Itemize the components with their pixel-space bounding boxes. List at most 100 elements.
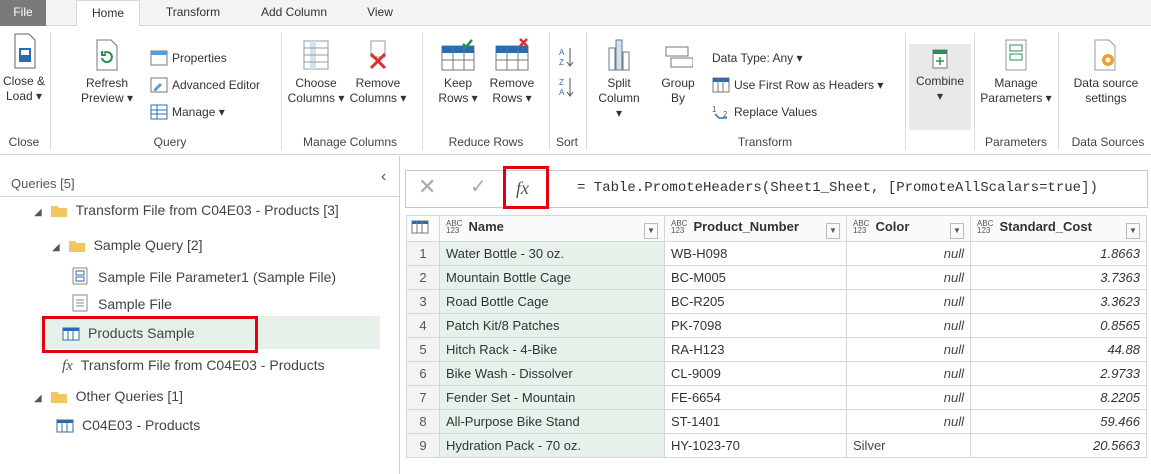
column-header-standard-cost-label: Standard_Cost <box>999 218 1092 234</box>
cell-color[interactable]: null <box>846 265 971 290</box>
cell-standard-cost[interactable]: 2.9733 <box>970 361 1147 386</box>
cell-color[interactable]: null <box>846 289 971 314</box>
cell-product-number[interactable]: RA-H123 <box>664 337 847 362</box>
svg-text:A: A <box>559 48 565 57</box>
tab-home[interactable]: Home <box>76 0 140 27</box>
advanced-editor-button[interactable]: Advanced Editor <box>150 77 260 93</box>
cell-color[interactable]: null <box>846 241 971 266</box>
refresh-preview-button[interactable]: Refresh Preview ▾ <box>80 38 134 106</box>
cell-name[interactable]: Hydration Pack - 70 oz. <box>439 433 665 458</box>
cell-color[interactable]: null <box>846 313 971 338</box>
column-header-color[interactable]: ABC 123 Color ▼ <box>846 215 971 242</box>
advanced-editor-label: Advanced Editor <box>172 78 261 92</box>
cell-standard-cost[interactable]: 20.5663 <box>970 433 1147 458</box>
tab-transform[interactable]: Transform <box>158 0 228 26</box>
cancel-formula-icon[interactable]: ✕ <box>418 174 436 200</box>
properties-button[interactable]: Properties <box>150 50 227 66</box>
replace-values-button[interactable]: 1 2 Replace Values <box>712 104 817 120</box>
cell-standard-cost[interactable]: 8.2205 <box>970 385 1147 410</box>
tab-view[interactable]: View <box>362 0 398 26</box>
cell-color[interactable]: null <box>846 409 971 434</box>
function-icon: fx <box>62 358 73 374</box>
cell-name[interactable]: Hitch Rack - 4-Bike <box>439 337 665 362</box>
filter-dropdown-icon[interactable]: ▼ <box>644 222 658 239</box>
choose-columns-button[interactable]: Choose Columns ▾ <box>286 38 346 106</box>
svg-text:Z: Z <box>559 58 564 67</box>
close-load-button[interactable]: Close & Load ▾ <box>2 32 46 104</box>
manage-button[interactable]: Manage ▾ <box>150 104 225 120</box>
manage-parameters-button[interactable]: Manage Parameters ▾ <box>980 38 1052 106</box>
collapse-pane-icon[interactable]: ‹ <box>381 168 386 186</box>
column-header-name[interactable]: ABC 123 Name ▼ <box>439 215 665 242</box>
cell-product-number[interactable]: BC-M005 <box>664 265 847 290</box>
cell-product-number[interactable]: BC-R205 <box>664 289 847 314</box>
use-first-row-button[interactable]: Use First Row as Headers ▾ <box>712 77 883 93</box>
manage-parameters-label-1: Manage <box>994 76 1038 90</box>
remove-rows-label-2: Rows ▾ <box>492 91 532 105</box>
remove-columns-button[interactable]: Remove Columns ▾ <box>348 38 408 106</box>
cell-product-number[interactable]: PK-7098 <box>664 313 847 338</box>
combine-button[interactable]: Combine ▾ <box>912 48 968 104</box>
sort-ascending-button[interactable]: AZ <box>556 46 576 72</box>
query-item-sample-file-parameter[interactable]: Sample File Parameter1 (Sample File) <box>72 267 336 286</box>
tab-add-column[interactable]: Add Column <box>252 0 336 26</box>
close-load-label-1: Close & <box>2 74 46 88</box>
keep-rows-button[interactable]: Keep Rows ▾ <box>436 38 480 106</box>
cell-name[interactable]: Fender Set - Mountain <box>439 385 665 410</box>
cell-standard-cost[interactable]: 44.88 <box>970 337 1147 362</box>
cell-color[interactable]: null <box>846 337 971 362</box>
remove-rows-button[interactable]: Remove Rows ▾ <box>486 38 538 106</box>
filter-dropdown-icon[interactable]: ▼ <box>1126 222 1140 239</box>
table-menu-corner[interactable] <box>406 215 440 242</box>
separator <box>549 32 550 150</box>
cell-color[interactable]: null <box>846 361 971 386</box>
cell-standard-cost[interactable]: 0.8565 <box>970 313 1147 338</box>
cell-name[interactable]: Bike Wash - Dissolver <box>439 361 665 386</box>
row-number: 7 <box>406 385 440 410</box>
cell-product-number[interactable]: ST-1401 <box>664 409 847 434</box>
formula-input[interactable]: = Table.PromoteHeaders(Sheet1_Sheet, [Pr… <box>577 180 1098 196</box>
tab-file[interactable]: File <box>0 0 46 26</box>
filter-dropdown-icon[interactable]: ▼ <box>826 222 840 239</box>
cell-color[interactable]: null <box>846 385 971 410</box>
cell-standard-cost[interactable]: 3.3623 <box>970 289 1147 314</box>
query-group-other-queries[interactable]: ◢ Other Queries [1] <box>34 387 183 408</box>
type-tag-num: 123 <box>977 226 991 236</box>
table-row: 8 All-Purpose Bike Stand ST-1401 null 59.466 <box>406 409 1147 434</box>
cell-name[interactable]: Road Bottle Cage <box>439 289 665 314</box>
column-header-standard-cost[interactable]: ABC 123 Standard_Cost ▼ <box>970 215 1147 242</box>
svg-text:1: 1 <box>712 105 717 114</box>
group-by-button[interactable]: Group By <box>660 38 696 106</box>
query-group-sample-query[interactable]: ◢ Sample Query [2] <box>52 236 203 257</box>
split-column-button[interactable]: Split Column ▾ <box>594 38 644 121</box>
query-item-sample-file[interactable]: Sample File <box>72 294 172 313</box>
query-group-transform-file[interactable]: ◢ Transform File from C04E03 - Products … <box>34 201 339 222</box>
confirm-formula-icon[interactable]: ✓ <box>470 174 487 199</box>
cell-product-number[interactable]: WB-H098 <box>664 241 847 266</box>
cell-product-number[interactable]: FE-6654 <box>664 385 847 410</box>
query-item-transform-file-function[interactable]: fx Transform File from C04E03 - Products <box>62 356 325 375</box>
query-item-c04e03-products[interactable]: C04E03 - Products <box>56 416 200 434</box>
cell-color[interactable]: Silver <box>846 433 971 458</box>
filter-dropdown-icon[interactable]: ▼ <box>950 222 964 239</box>
separator <box>281 32 282 150</box>
column-header-product-number[interactable]: ABC 123 Product_Number ▼ <box>664 215 847 242</box>
group-sort-label: Sort <box>555 135 578 149</box>
cell-product-number[interactable]: CL-9009 <box>664 361 847 386</box>
data-source-settings-button[interactable]: Data source settings <box>1064 38 1148 106</box>
table-row: 9 Hydration Pack - 70 oz. HY-1023-70 Silver… <box>406 433 1147 458</box>
sample-file-icon <box>72 294 88 312</box>
cell-name[interactable]: Patch Kit/8 Patches <box>439 313 665 338</box>
keep-rows-label-2: Rows ▾ <box>438 91 478 105</box>
ribbon: Close & Load ▾ Close Refresh Preview ▾ P… <box>0 26 1151 155</box>
cell-product-number[interactable]: HY-1023-70 <box>664 433 847 458</box>
cell-standard-cost[interactable]: 59.466 <box>970 409 1147 434</box>
cell-name[interactable]: All-Purpose Bike Stand <box>439 409 665 434</box>
cell-standard-cost[interactable]: 3.7363 <box>970 265 1147 290</box>
data-type-dropdown[interactable]: Data Type: Any ▾ <box>712 50 803 66</box>
cell-name[interactable]: Water Bottle - 30 oz. <box>439 241 665 266</box>
sort-descending-button[interactable]: ZA <box>556 76 576 102</box>
combine-icon <box>932 49 948 69</box>
cell-standard-cost[interactable]: 1.8663 <box>970 241 1147 266</box>
cell-name[interactable]: Mountain Bottle Cage <box>439 265 665 290</box>
